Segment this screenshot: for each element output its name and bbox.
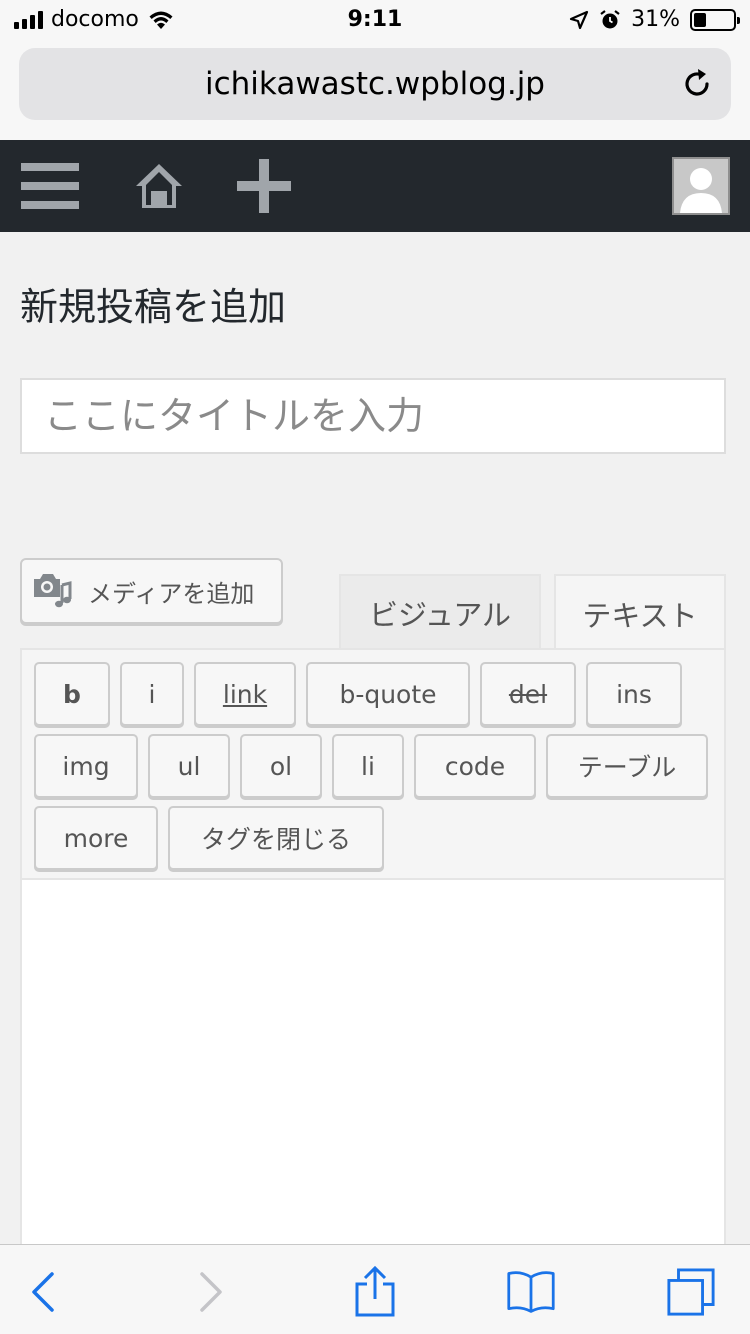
content-textarea[interactable] (20, 878, 726, 1258)
add-media-button[interactable]: メディアを追加 (20, 558, 283, 624)
bookmarks-icon[interactable] (506, 1267, 556, 1317)
quicktags-toolbar: b i link b-quote del ins img ul ol li co… (20, 648, 726, 880)
qt-more-button[interactable]: more (34, 806, 158, 870)
hamburger-menu-icon[interactable] (20, 156, 80, 216)
post-title-input[interactable] (20, 378, 726, 454)
qt-ul-button[interactable]: ul (148, 734, 230, 798)
qt-code-button[interactable]: code (414, 734, 536, 798)
tab-visual[interactable]: ビジュアル (339, 574, 541, 650)
qt-del-button[interactable]: del (480, 662, 576, 726)
add-media-label: メディアを追加 (88, 579, 255, 608)
browser-toolbar (0, 1244, 750, 1334)
qt-ol-button[interactable]: ol (240, 734, 322, 798)
qt-close-tags-button[interactable]: タグを閉じる (168, 806, 384, 870)
qt-italic-button[interactable]: i (120, 662, 184, 726)
qt-bquote-button[interactable]: b-quote (306, 662, 470, 726)
address-bar[interactable]: ichikawastc.wpblog.jp (19, 48, 731, 120)
location-icon (569, 10, 589, 29)
battery-percent: 31% (631, 7, 680, 32)
battery-fill (694, 12, 706, 27)
avatar-icon[interactable] (672, 157, 730, 215)
qt-ins-button[interactable]: ins (586, 662, 682, 726)
battery-icon (690, 8, 740, 31)
tabs-icon[interactable] (666, 1267, 716, 1317)
plus-icon[interactable] (236, 156, 292, 216)
share-icon[interactable] (350, 1266, 400, 1317)
page-title: 新規投稿を追加 (20, 285, 287, 329)
qt-table-button[interactable]: テーブル (546, 734, 708, 798)
back-icon[interactable] (18, 1267, 68, 1317)
home-icon[interactable] (130, 156, 188, 216)
qt-img-button[interactable]: img (34, 734, 138, 798)
forward-icon[interactable] (186, 1267, 236, 1317)
qt-del-label: del (508, 679, 548, 709)
status-right: 31% (569, 7, 740, 32)
reload-icon[interactable] (679, 66, 715, 102)
qt-bold-button[interactable]: b (34, 662, 110, 726)
url-text[interactable]: ichikawastc.wpblog.jp (19, 66, 731, 102)
status-bar: docomo 9:11 31% (0, 0, 750, 40)
qt-link-button[interactable]: link (194, 662, 296, 726)
qt-link-label: link (222, 679, 268, 709)
alarm-icon (600, 9, 620, 28)
wp-admin-bar (0, 140, 750, 232)
media-icon (34, 574, 72, 608)
tab-text[interactable]: テキスト (554, 574, 726, 652)
qt-li-button[interactable]: li (332, 734, 404, 798)
browser-chrome: ichikawastc.wpblog.jp (0, 40, 750, 140)
